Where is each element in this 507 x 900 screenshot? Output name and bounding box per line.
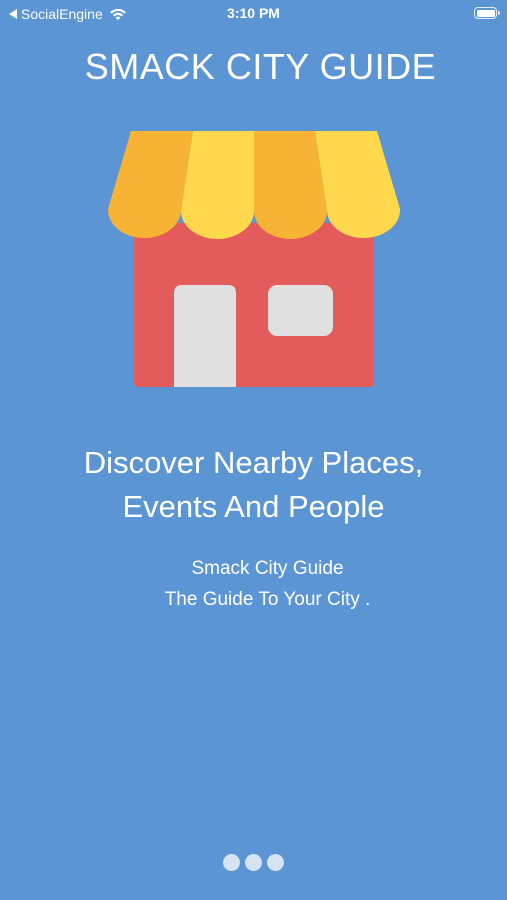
- headline-line-2: Events And People: [122, 489, 385, 524]
- page-dot-3[interactable]: [267, 854, 284, 871]
- headline: Discover Nearby Places, Events And Peopl…: [0, 441, 507, 529]
- page-dot-2[interactable]: [245, 854, 262, 871]
- app-title: SMACK CITY GUIDE: [84, 46, 437, 87]
- status-bar: SocialEngine 3:10 PM: [0, 0, 507, 28]
- subtitle-line-2: The Guide To Your City .: [164, 589, 371, 610]
- battery-icon: [474, 7, 500, 19]
- page-dot-1[interactable]: [223, 854, 240, 871]
- subtitle: Smack City Guide The Guide To Your City …: [0, 553, 507, 615]
- status-time: 3:10 PM: [227, 5, 280, 21]
- headline-line-1: Discover Nearby Places,: [83, 445, 424, 480]
- subtitle-line-1: Smack City Guide: [191, 558, 344, 579]
- storefront-icon: [108, 131, 400, 389]
- page-indicator[interactable]: [0, 854, 507, 871]
